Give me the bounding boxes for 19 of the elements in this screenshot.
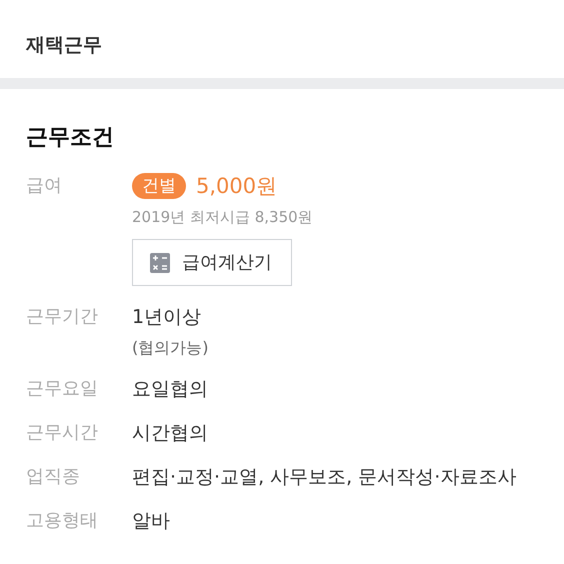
field-label: 급여 xyxy=(26,174,63,198)
field-label: 근무요일 xyxy=(26,377,99,401)
field-value: 1년이상 xyxy=(132,305,202,330)
pay-type-badge: 건별 xyxy=(132,173,186,199)
field-value: 알바 xyxy=(132,509,170,534)
field-note: (협의가능) xyxy=(132,338,208,358)
field-value: 요일협의 xyxy=(132,377,208,402)
field-label: 근무기간 xyxy=(26,305,99,329)
work-type-text: 재택근무 xyxy=(26,32,102,58)
field-label: 고용형태 xyxy=(26,509,99,533)
pay-amount: 5,000원 xyxy=(196,173,278,199)
minimum-wage-note: 2019년 최저시급 8,350원 xyxy=(132,207,313,227)
pay-calculator-button[interactable]: 급여계산기 xyxy=(132,239,292,286)
field-value: 시간협의 xyxy=(132,421,208,446)
field-value: 편집·교정·교열, 사무보조, 문서작성·자료조사 xyxy=(132,465,516,490)
section-title: 근무조건 xyxy=(26,124,115,152)
calculator-icon xyxy=(150,252,170,272)
field-label: 근무시간 xyxy=(26,421,99,445)
field-label: 업직종 xyxy=(26,465,81,489)
